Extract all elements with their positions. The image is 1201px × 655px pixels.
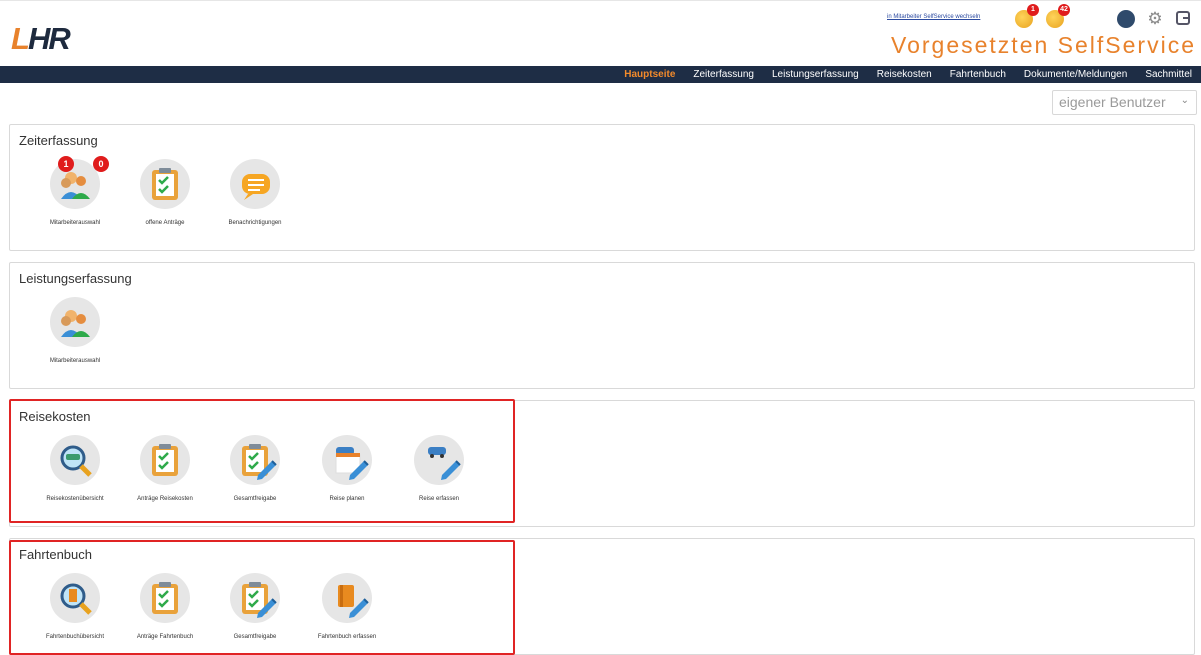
lhr-logo[interactable]: LHR: [11, 21, 71, 57]
coins-icon[interactable]: 42: [1046, 4, 1070, 28]
section-leistungserfassung: Leistungserfassung Mitarbeiterauswahl: [9, 262, 1195, 389]
tile-benachrichtigungen[interactable]: Benachrichtigungen: [208, 159, 298, 239]
notification-badge: 1: [1027, 4, 1039, 16]
header: LHR in Mitarbeiter SelfService wechseln …: [0, 0, 1201, 66]
tile-offene-anträge[interactable]: offene Anträge: [118, 159, 208, 239]
nav-item-sachmittel[interactable]: Sachmittel: [1136, 66, 1201, 83]
highlight-box-fahrtenbuch: [9, 540, 515, 655]
app-title: Vorgesetzten SelfService: [891, 32, 1196, 58]
logout-icon[interactable]: [1176, 11, 1190, 25]
count-badge: 1: [58, 156, 74, 172]
bell-coin-icon[interactable]: 1: [1015, 4, 1039, 28]
tile-label: offene Anträge: [145, 220, 185, 226]
nav-item-fahrtenbuch[interactable]: Fahrtenbuch: [941, 66, 1015, 83]
gear-icon[interactable]: ⚙: [1146, 10, 1164, 28]
section-title: Zeiterfassung: [19, 133, 98, 148]
tile-label: Mitarbeiterauswahl: [49, 358, 101, 364]
tile-label: Mitarbeiterauswahl: [49, 220, 101, 226]
chat-icon[interactable]: [1117, 10, 1135, 28]
chevron-down-icon: ⌄: [1180, 95, 1189, 106]
main-navbar: Hauptseite Zeiterfassung Leistungserfassun…: [0, 66, 1201, 83]
highlight-box-reisekosten: [9, 399, 515, 523]
nav-item-hauptseite[interactable]: Hauptseite: [615, 66, 684, 83]
user-select-value: eigener Benutzer: [1059, 94, 1166, 110]
notification-badge: 42: [1058, 4, 1070, 16]
tile-label: Benachrichtigungen: [228, 220, 282, 226]
tile-mitarbeiterauswahl[interactable]: 1 0 Mitarbeiterauswahl: [28, 156, 118, 239]
tile-mitarbeiterauswahl[interactable]: Mitarbeiterauswahl: [28, 297, 118, 377]
nav-item-leistungserfassung[interactable]: Leistungserfassung: [763, 66, 868, 83]
nav-item-dokumente-meldungen[interactable]: Dokumente/Meldungen: [1015, 66, 1136, 83]
nav-item-reisekosten[interactable]: Reisekosten: [868, 66, 941, 83]
nav-item-zeiterfassung[interactable]: Zeiterfassung: [684, 66, 763, 83]
count-badge: 0: [93, 156, 109, 172]
section-zeiterfassung: Zeiterfassung 1 0 Mitarbeiterauswahl offene…: [9, 124, 1195, 251]
section-title: Leistungserfassung: [19, 271, 132, 286]
switch-to-employee-selfservice-link[interactable]: in Mitarbeiter SelfService wechseln: [887, 14, 980, 20]
user-select-dropdown[interactable]: eigener Benutzer ⌄: [1052, 90, 1197, 115]
